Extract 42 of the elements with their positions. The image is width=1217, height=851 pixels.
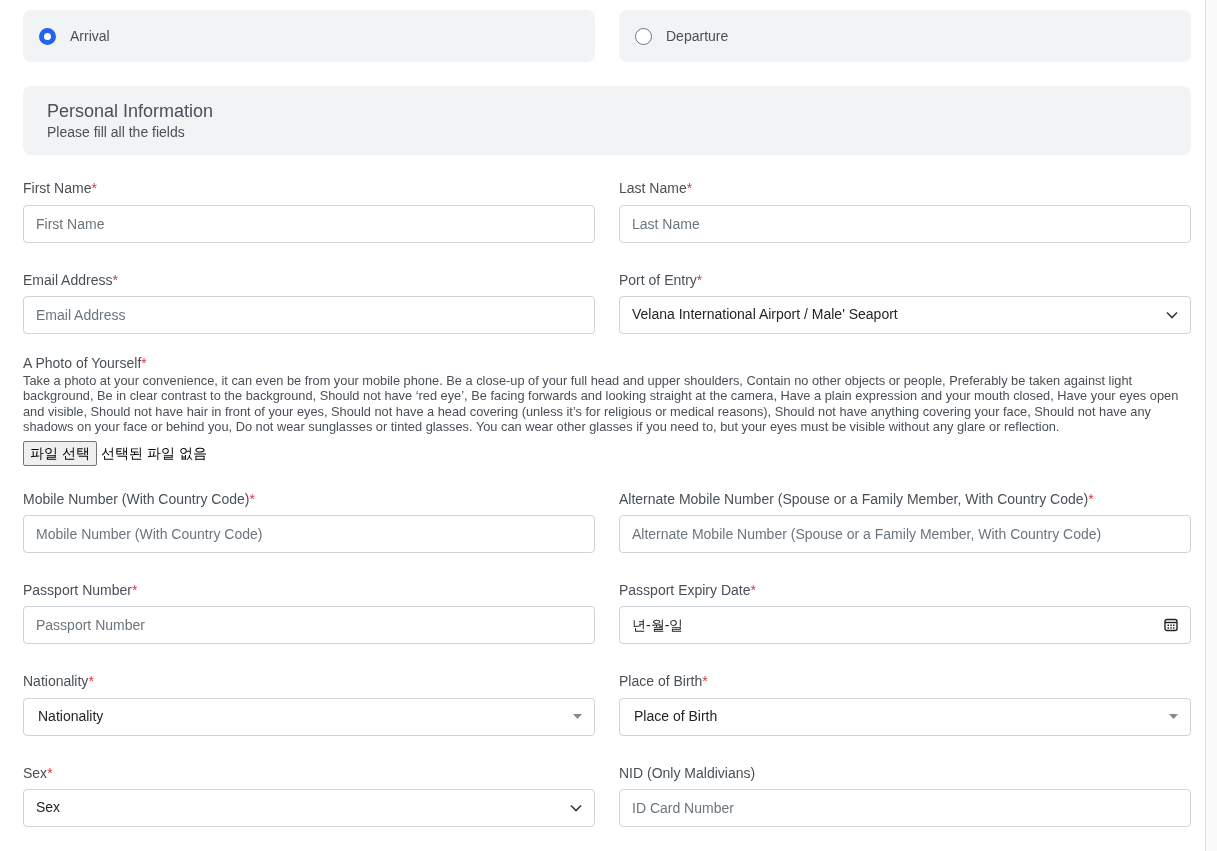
field-label: Passport Number* — [23, 581, 139, 600]
input-field[interactable]: Passport Number — [23, 606, 595, 645]
dropdown-field[interactable]: Velana International Airport / Male' Seaport — [619, 295, 1191, 334]
input-field[interactable]: Mobile Number (With Country Code) — [23, 515, 595, 554]
field-label: Alternate Mobile Number (Spouse or a Family Member, With Country Code)* — [619, 489, 1095, 509]
trip-option-card[interactable]: Arrival — [23, 10, 595, 62]
field-label: A Photo of Yourself* — [23, 353, 148, 372]
dropdown-field[interactable]: Place of Birth — [619, 697, 1191, 736]
file-status: 선택된 파일 없음 — [100, 443, 207, 463]
field-label: Email Address* — [23, 270, 119, 289]
input-field[interactable]: ID Card Number — [619, 788, 1191, 827]
radio-button[interactable] — [635, 27, 652, 45]
field-label: Passport Expiry Date* — [619, 581, 757, 600]
scrollbar[interactable] — [1205, 0, 1217, 851]
dropdown-arrow-icon — [573, 714, 582, 719]
dropdown-arrow-icon — [1169, 714, 1178, 719]
field-label: Place of Birth* — [619, 672, 709, 691]
field-label: Last Name* — [619, 179, 694, 198]
field-label: NID (Only Maldivians) — [619, 763, 757, 782]
input-field[interactable]: First Name — [23, 204, 595, 243]
field-label: Port of Entry* — [619, 270, 704, 289]
dropdown-field[interactable]: Sex — [23, 788, 595, 827]
radio-label: Arrival — [70, 26, 110, 46]
input-field[interactable]: Email Address — [23, 295, 595, 334]
field-label: Sex* — [23, 763, 54, 782]
input-field[interactable]: Last Name — [619, 204, 1191, 243]
input-field[interactable]: Alternate Mobile Number (Spouse or a Family Member, With Country Code) — [619, 515, 1191, 554]
chevron-down-icon — [1166, 310, 1178, 319]
field-label: First Name* — [23, 179, 98, 198]
radio-button[interactable] — [39, 27, 56, 45]
section-title: Personal Information — [47, 100, 215, 123]
field-label: Nationality* — [23, 672, 95, 691]
field-description: Take a photo at your convenience, it can even be from your mobile phone. Be a close-up of your full head and upper shoulders, Contain no other objects or people, Preferably be taken against light background, Be in clear contrast to the background, Should not have ‘red eye’, Be facing forwards and looking straight at the camera, Have a plain expression and your mouth closed, Have your eyes open and visible, Should not have hair in front of your eyes, Should not have a head covering (unless it’s for religious or medical reasons), Should not have anything covering your face, Should not have any shadows on your face or behind you, Do not wear sunglasses or tinted glasses. You can wear other glasses if you need to, but your eyes must be visible without any glare or reflection. — [23, 372, 1180, 435]
chevron-down-icon — [570, 803, 582, 812]
radio-label: Departure — [666, 26, 729, 46]
dropdown-field[interactable]: Nationality — [23, 697, 595, 736]
section-subtitle: Please fill all the fields — [47, 122, 186, 142]
date-field[interactable]: 년-월-일 — [619, 606, 1191, 645]
choose-file-button[interactable]: 파일 선택 — [23, 440, 97, 466]
trip-option-card[interactable]: Departure — [619, 10, 1191, 62]
calendar-icon — [1164, 618, 1178, 633]
field-label: Mobile Number (With Country Code)* — [23, 489, 256, 509]
